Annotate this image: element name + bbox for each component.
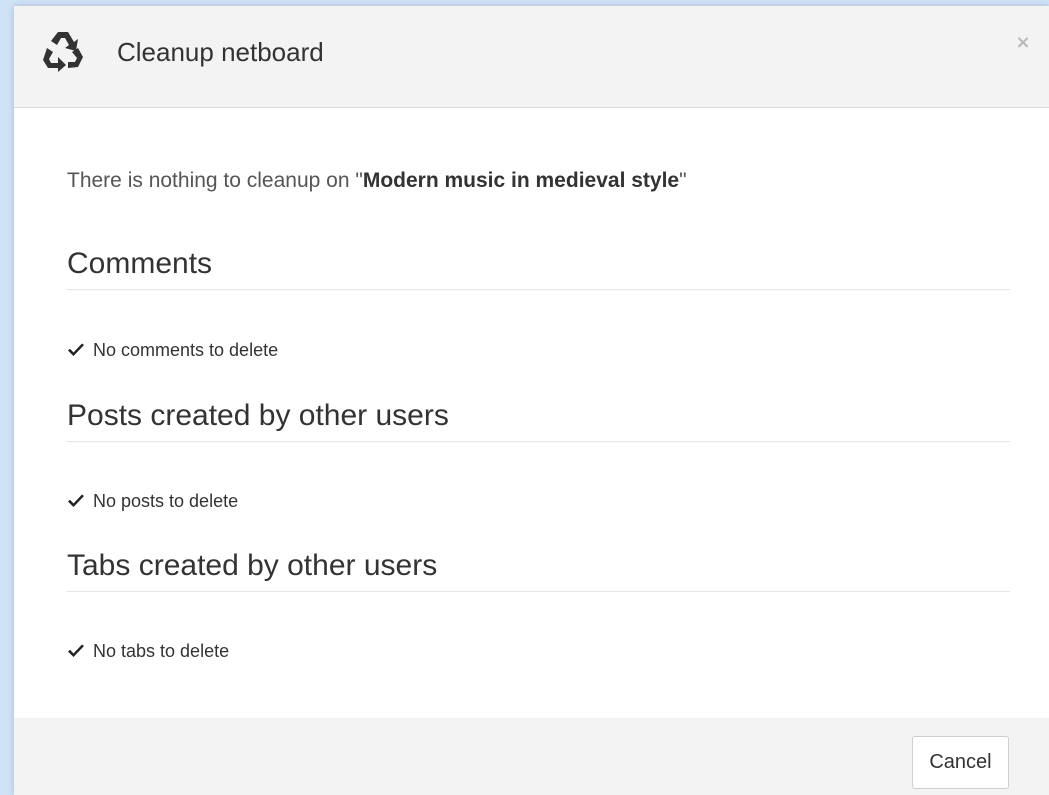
board-name: Modern music in medieval style — [362, 169, 680, 192]
check-icon — [68, 343, 84, 356]
status-text-posts: No posts to delete — [93, 491, 239, 511]
section-title-posts: Posts created by other users — [67, 396, 1010, 442]
dialog-title: Cleanup netboard — [117, 37, 324, 67]
intro-suffix: " — [679, 169, 687, 192]
cancel-button[interactable]: Cancel — [912, 736, 1009, 789]
close-button[interactable]: × — [1010, 30, 1036, 56]
section-title-tabs: Tabs created by other users — [67, 546, 1010, 592]
status-text-comments: No comments to delete — [93, 340, 279, 360]
status-comments: No comments to delete — [67, 338, 278, 362]
cleanup-dialog: Cleanup netboard × There is nothing to c… — [14, 6, 1049, 795]
check-icon — [68, 644, 84, 657]
cleanup-intro-text: There is nothing to cleanup on "Modern m… — [67, 167, 687, 195]
check-icon — [68, 494, 84, 507]
dialog-footer: Cancel — [14, 718, 1049, 795]
intro-prefix: There is nothing to cleanup on " — [67, 169, 363, 192]
recycle-icon — [43, 32, 83, 72]
close-icon: × — [1015, 32, 1031, 53]
section-title-comments: Comments — [67, 244, 1010, 290]
status-tabs: No tabs to delete — [67, 639, 229, 663]
status-text-tabs: No tabs to delete — [93, 641, 230, 661]
dialog-header: Cleanup netboard × — [14, 6, 1049, 108]
status-posts: No posts to delete — [67, 489, 238, 513]
